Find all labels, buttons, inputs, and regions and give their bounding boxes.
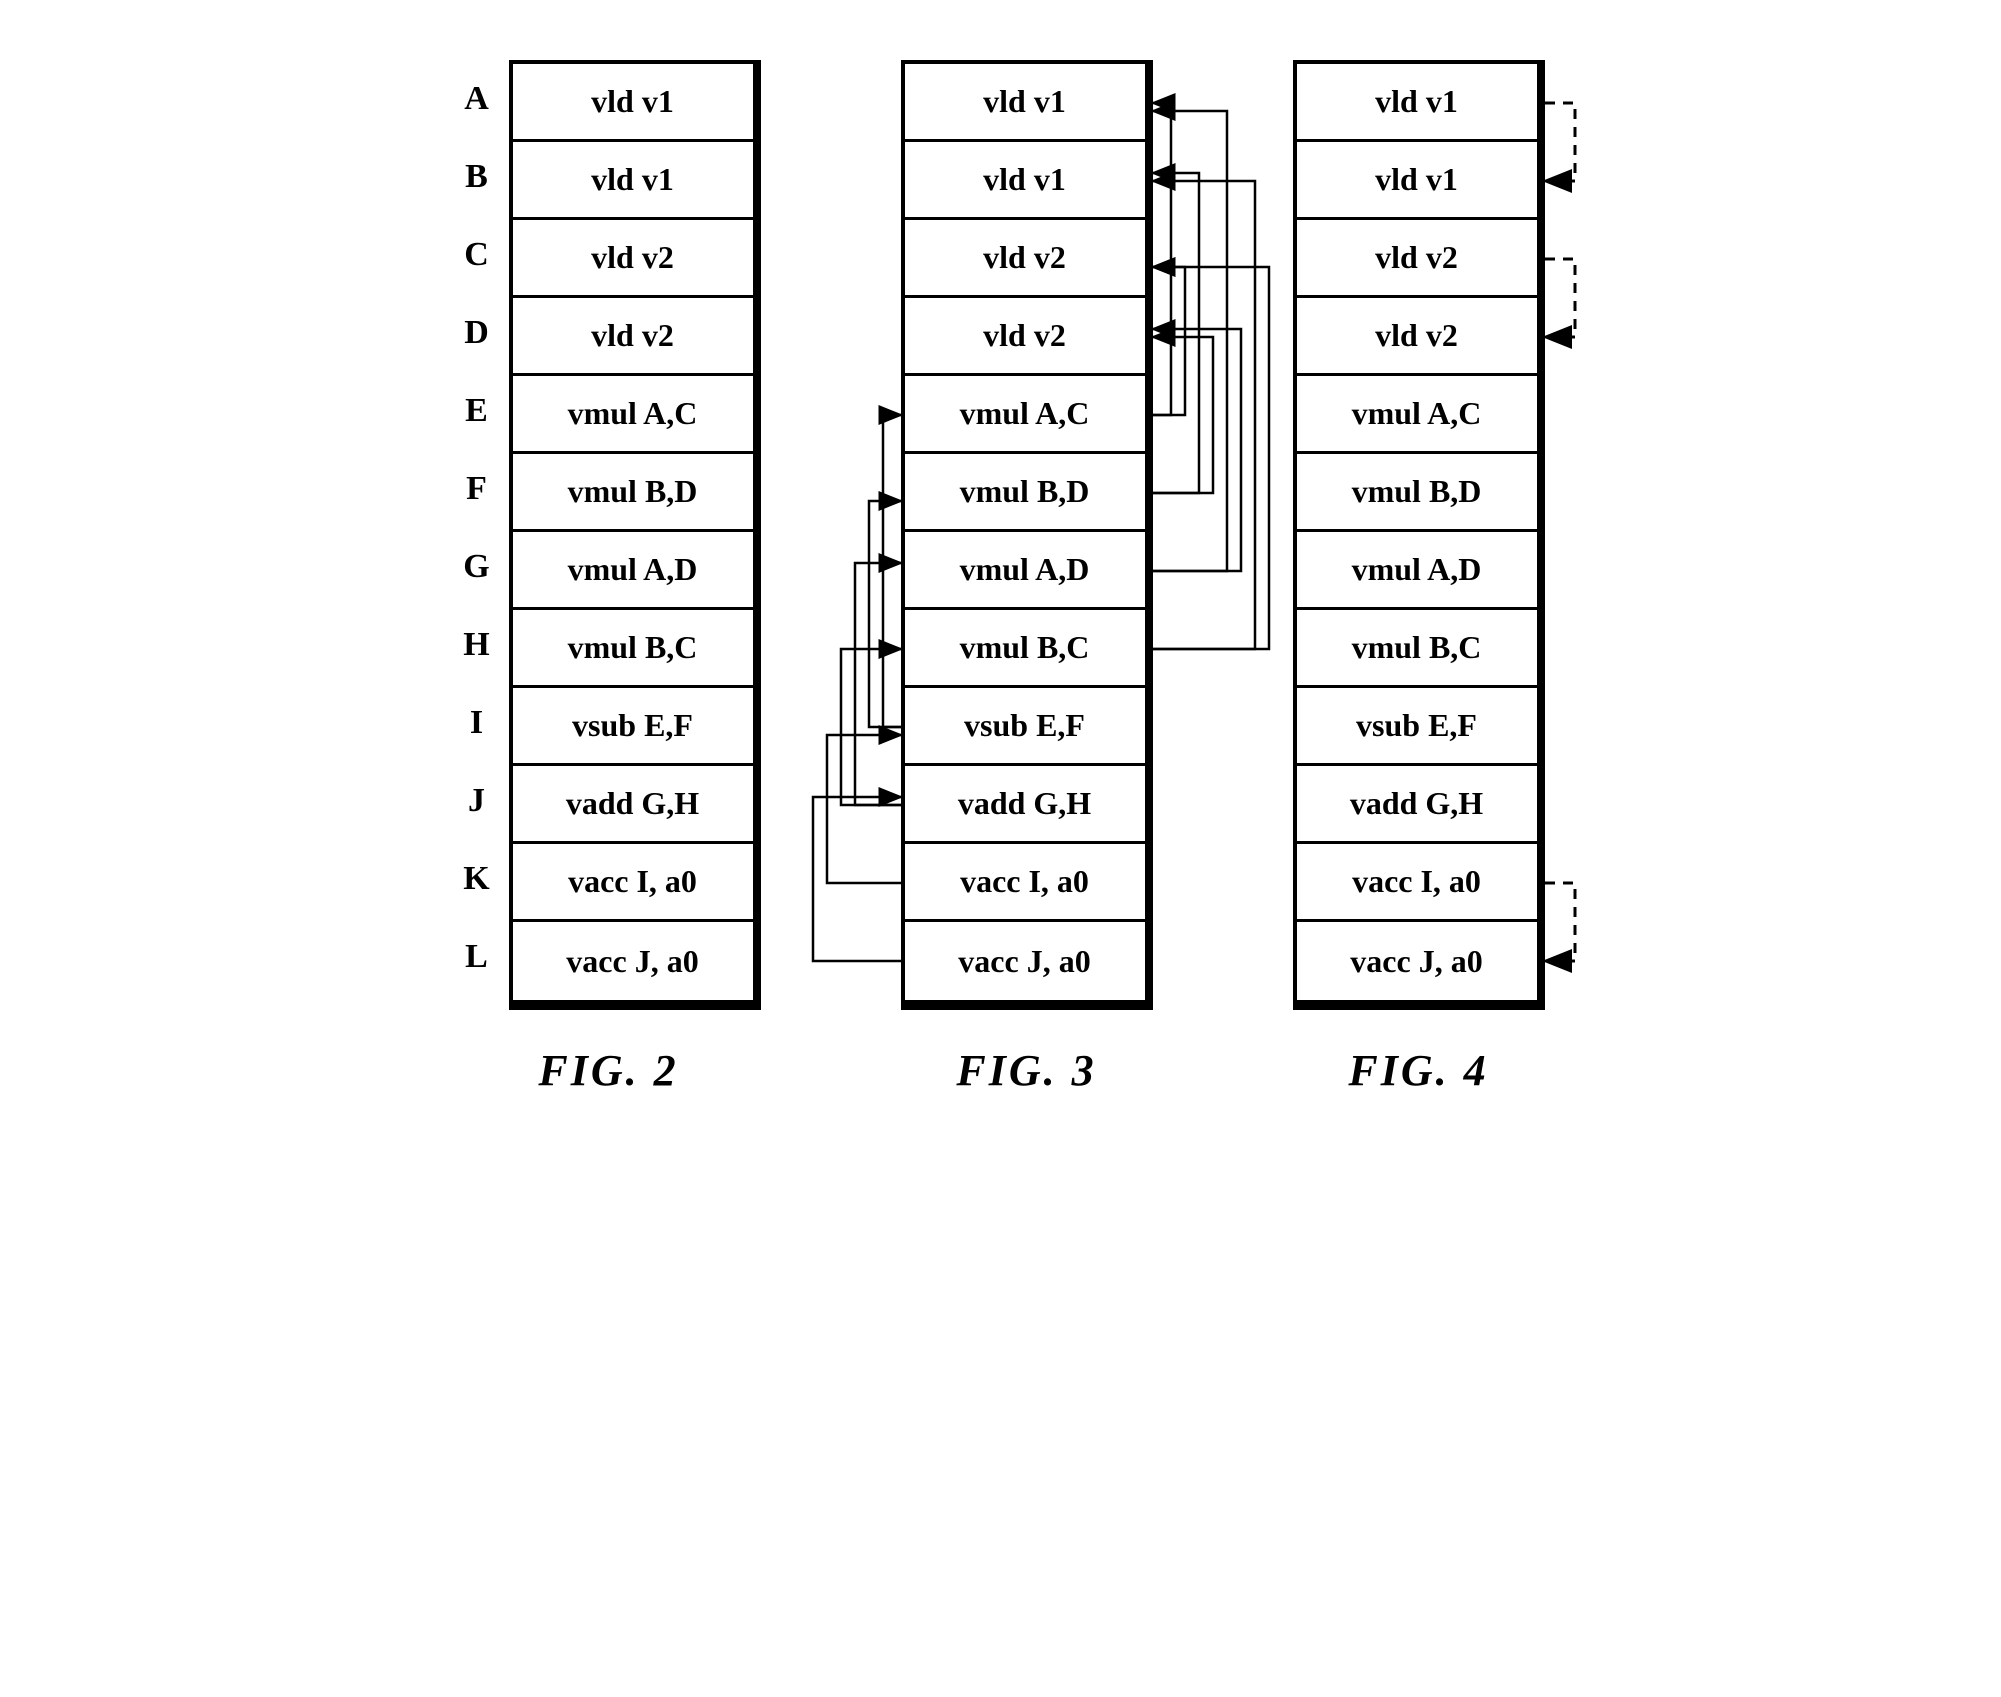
instruction-cell: vld v1	[1297, 64, 1537, 142]
dependency-arrow	[1153, 181, 1255, 649]
figure-4: vld v1vld v1vld v2vld v2vmul A,Cvmul B,D…	[1293, 60, 1545, 1096]
instruction-cell: vmul A,C	[1297, 376, 1537, 454]
instruction-cell: vmul B,C	[513, 610, 753, 688]
instruction-cell: vsub E,F	[905, 688, 1145, 766]
instruction-cell: vld v2	[513, 220, 753, 298]
instruction-cell: vld v2	[1297, 220, 1537, 298]
row-label: G	[457, 528, 497, 606]
fig4-table: vld v1vld v1vld v2vld v2vmul A,Cvmul B,D…	[1293, 60, 1545, 1010]
instruction-cell: vmul A,C	[905, 376, 1145, 454]
fig2-table-wrapper: ABCDEFGHIJKL vld v1vld v1vld v2vld v2vmu…	[457, 60, 761, 1010]
instruction-cell: vmul A,D	[513, 532, 753, 610]
dependency-arrow	[1153, 111, 1227, 571]
instruction-cell: vacc I, a0	[513, 844, 753, 922]
row-label: L	[457, 918, 497, 996]
instruction-cell: vmul B,D	[513, 454, 753, 532]
fig2-table: vld v1vld v1vld v2vld v2vmul A,Cvmul B,D…	[509, 60, 761, 1010]
dependency-arrow	[883, 415, 901, 727]
instruction-cell: vacc J, a0	[905, 922, 1145, 1000]
fig4-table-wrapper: vld v1vld v1vld v2vld v2vmul A,Cvmul B,D…	[1293, 60, 1545, 1010]
instruction-cell: vld v1	[513, 64, 753, 142]
fig4-caption: FIG. 4	[1348, 1045, 1488, 1096]
dependency-arrow	[1545, 103, 1575, 181]
instruction-cell: vmul A,D	[905, 532, 1145, 610]
row-label: I	[457, 684, 497, 762]
dependency-arrow	[1153, 173, 1199, 493]
figure-2: ABCDEFGHIJKL vld v1vld v1vld v2vld v2vmu…	[457, 60, 761, 1096]
dependency-arrow	[869, 501, 901, 727]
instruction-cell: vmul B,C	[905, 610, 1145, 688]
instruction-cell: vld v2	[513, 298, 753, 376]
row-label: E	[457, 372, 497, 450]
instruction-cell: vld v1	[905, 64, 1145, 142]
instruction-cell: vadd G,H	[905, 766, 1145, 844]
dependency-arrow	[1153, 267, 1185, 415]
figure-3: vld v1vld v1vld v2vld v2vmul A,Cvmul B,D…	[901, 60, 1153, 1096]
row-label: C	[457, 216, 497, 294]
instruction-cell: vld v2	[905, 220, 1145, 298]
dependency-arrow	[1153, 337, 1213, 493]
row-label: F	[457, 450, 497, 528]
fig2-row-labels: ABCDEFGHIJKL	[457, 60, 497, 996]
instruction-cell: vacc J, a0	[1297, 922, 1537, 1000]
row-label: J	[457, 762, 497, 840]
instruction-cell: vadd G,H	[1297, 766, 1537, 844]
dependency-arrow	[1545, 883, 1575, 961]
instruction-cell: vmul A,C	[513, 376, 753, 454]
row-label: H	[457, 606, 497, 684]
instruction-cell: vld v2	[1297, 298, 1537, 376]
dependency-arrow	[1153, 267, 1269, 649]
instruction-cell: vacc J, a0	[513, 922, 753, 1000]
instruction-cell: vld v2	[905, 298, 1145, 376]
instruction-cell: vmul B,C	[1297, 610, 1537, 688]
instruction-cell: vmul B,D	[905, 454, 1145, 532]
instruction-cell: vsub E,F	[1297, 688, 1537, 766]
dependency-arrow	[1153, 329, 1241, 571]
fig3-caption: FIG. 3	[956, 1045, 1096, 1096]
instruction-cell: vacc I, a0	[1297, 844, 1537, 922]
fig3-table: vld v1vld v1vld v2vld v2vmul A,Cvmul B,D…	[901, 60, 1153, 1010]
instruction-cell: vmul B,D	[1297, 454, 1537, 532]
instruction-cell: vacc I, a0	[905, 844, 1145, 922]
instruction-cell: vmul A,D	[1297, 532, 1537, 610]
dependency-arrow	[855, 563, 901, 805]
fig2-caption: FIG. 2	[538, 1045, 678, 1096]
row-label: B	[457, 138, 497, 216]
fig3-table-wrapper: vld v1vld v1vld v2vld v2vmul A,Cvmul B,D…	[901, 60, 1153, 1010]
instruction-cell: vadd G,H	[513, 766, 753, 844]
instruction-cell: vld v1	[1297, 142, 1537, 220]
dependency-arrow	[827, 735, 901, 883]
dependency-arrow	[813, 797, 901, 961]
instruction-cell: vld v1	[905, 142, 1145, 220]
row-label: A	[457, 60, 497, 138]
row-label: K	[457, 840, 497, 918]
instruction-cell: vld v1	[513, 142, 753, 220]
row-label: D	[457, 294, 497, 372]
instruction-cell: vsub E,F	[513, 688, 753, 766]
dependency-arrow	[1153, 103, 1171, 415]
dependency-arrow	[1545, 259, 1575, 337]
dependency-arrow	[841, 649, 901, 805]
